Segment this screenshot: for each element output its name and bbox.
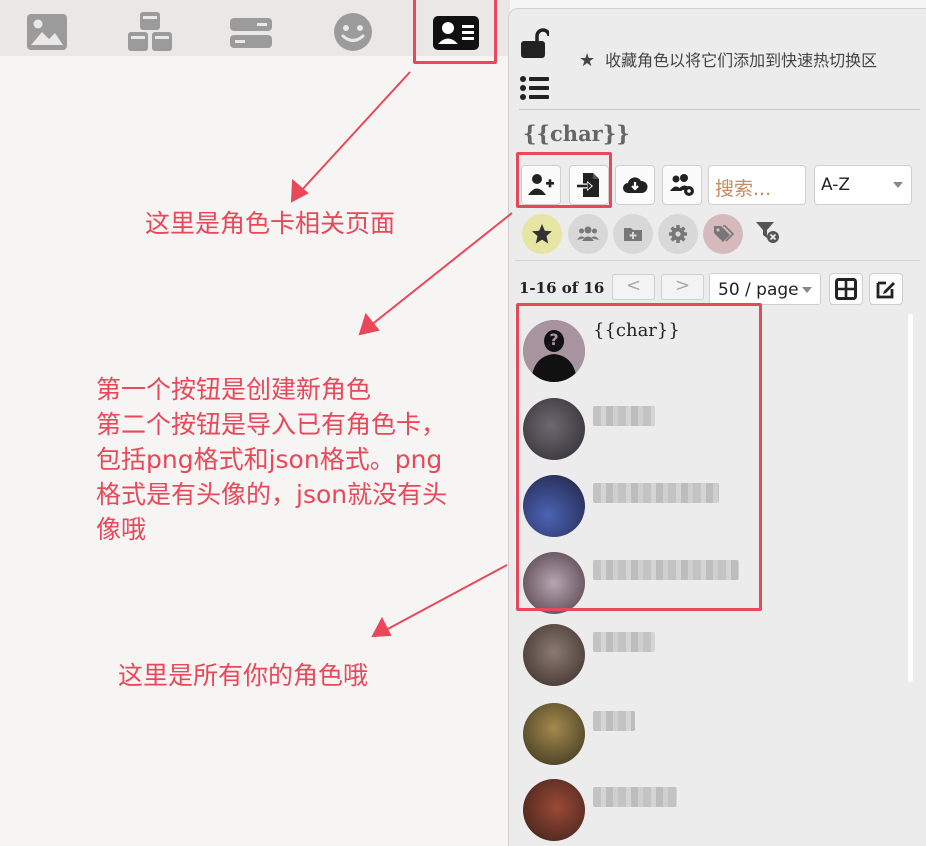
tags-icon bbox=[714, 225, 734, 242]
character-item[interactable] bbox=[521, 624, 901, 694]
filter-groups-button[interactable] bbox=[568, 214, 608, 254]
server-connection-icon[interactable] bbox=[229, 12, 273, 52]
arrow-head bbox=[290, 178, 309, 203]
grid-view-button[interactable] bbox=[829, 273, 863, 305]
blurred-name bbox=[593, 632, 655, 652]
sort-value: A-Z bbox=[821, 175, 851, 195]
active-tab-highlight bbox=[413, 0, 497, 64]
clear-filter-icon[interactable] bbox=[755, 221, 781, 245]
favorite-hint-text: 收藏角色以将它们添加到快速热切换区 bbox=[605, 51, 878, 70]
page-size-select[interactable]: 50 / page bbox=[709, 273, 821, 305]
image-icon[interactable] bbox=[25, 12, 69, 52]
star-icon: ★ bbox=[579, 50, 596, 71]
pager-count: 1-16 of 16 bbox=[519, 279, 605, 297]
avatar bbox=[523, 703, 585, 765]
folder-plus-icon bbox=[624, 228, 642, 241]
annotation-buttons: 第一个按钮是创建新角色 第二个按钮是导入已有角色卡， 包括png格式和json格… bbox=[96, 375, 448, 544]
character-item[interactable] bbox=[521, 703, 901, 773]
arrow-line bbox=[299, 71, 411, 193]
chevron-down-icon bbox=[893, 182, 903, 188]
next-page-button[interactable]: > bbox=[661, 274, 704, 300]
avatar bbox=[523, 624, 585, 686]
screenshot-root: 这里是角色卡相关页面 第一个按钮是创建新角色 第二个按钮是导入已有角色卡， 包括… bbox=[0, 0, 926, 846]
group-settings-button[interactable] bbox=[662, 165, 702, 205]
blurred-name bbox=[593, 711, 635, 731]
filter-folders-button[interactable] bbox=[613, 214, 653, 254]
arrow-head bbox=[371, 616, 392, 638]
smiley-icon[interactable] bbox=[331, 12, 375, 52]
arrow-head bbox=[358, 312, 380, 336]
search-input[interactable]: 搜索... bbox=[708, 165, 806, 205]
unlock-icon[interactable] bbox=[519, 27, 551, 59]
prev-page-button[interactable]: < bbox=[612, 274, 655, 300]
extensions-cubes-icon[interactable] bbox=[126, 12, 174, 52]
chevron-down-icon bbox=[802, 287, 812, 293]
divider bbox=[515, 260, 920, 261]
filter-settings-button[interactable] bbox=[658, 214, 698, 254]
favorite-hint: ★ 收藏角色以将它们添加到快速热切换区 bbox=[579, 47, 877, 71]
scrollbar[interactable] bbox=[908, 314, 913, 682]
avatar bbox=[523, 779, 585, 841]
cloud-download-icon bbox=[623, 177, 648, 193]
buttons-highlight bbox=[516, 152, 612, 208]
users-gear-icon bbox=[670, 174, 694, 196]
users-icon bbox=[577, 226, 599, 241]
annotation-all-chars: 这里是所有你的角色哦 bbox=[118, 661, 369, 690]
annotation-char-page: 这里是角色卡相关页面 bbox=[145, 209, 396, 238]
grid-icon bbox=[835, 278, 857, 300]
edit-icon bbox=[876, 281, 895, 299]
list-icon[interactable] bbox=[519, 75, 551, 101]
sort-select[interactable]: A-Z bbox=[814, 165, 912, 205]
blurred-name bbox=[593, 787, 677, 807]
character-list-highlight bbox=[516, 303, 762, 611]
arrow-line bbox=[383, 564, 508, 632]
bulk-edit-button[interactable] bbox=[869, 273, 903, 305]
page-size-value: 50 / page bbox=[718, 280, 799, 300]
filter-tags-button[interactable] bbox=[703, 214, 743, 254]
panel-title: {{char}} bbox=[523, 121, 630, 146]
filter-favorites-button[interactable] bbox=[522, 214, 562, 254]
cloud-download-button[interactable] bbox=[615, 165, 655, 205]
gear-icon bbox=[669, 225, 687, 243]
character-item[interactable] bbox=[521, 779, 901, 846]
divider bbox=[519, 109, 920, 110]
star-icon bbox=[532, 224, 552, 244]
